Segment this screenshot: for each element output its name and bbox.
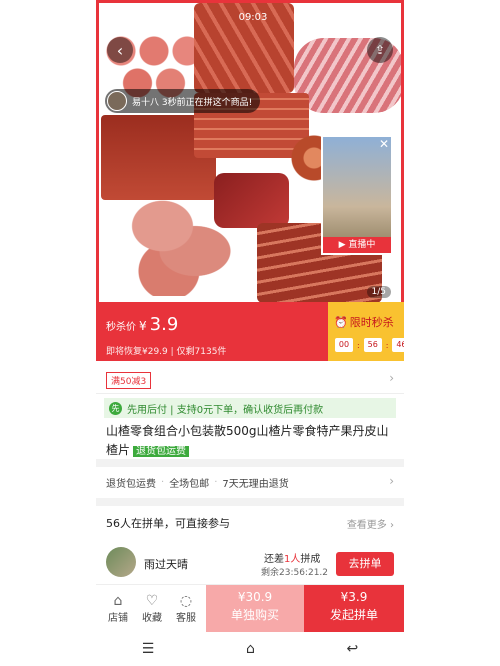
back-icon[interactable]: ↩ [346,641,358,657]
group-user-name: 雨过天晴 [144,558,188,571]
product-gallery[interactable]: 4G 09:03 ◠ ‹ ⇪ 易十八 3秒前正在拼这个商品! ✕ ▶ 直播中 1… [96,0,404,302]
price-currency: ¥ [139,319,147,333]
buy-alone-label: 单独购买 [230,608,279,622]
pay-later-text: 先用后付 | 支持0元下单，确认收货后再付款 [127,404,324,416]
coupon-row[interactable]: 满50减3 › [96,364,404,394]
close-icon[interactable]: ✕ [379,137,389,151]
buy-alone-button[interactable]: ¥30.9 单独购买 [206,585,304,633]
share-icon: ⇪ [374,43,386,57]
start-group-label: 发起拼单 [329,608,378,622]
hawthorn-discs-image [117,196,247,296]
favorite-button[interactable]: ♡ 收藏 [134,593,170,624]
wifi-icon: ◠ [360,11,369,22]
countdown-minutes: 56 [363,338,382,352]
group-buy-row: 雨过天晴 还差1人拼成 剩余23:56:21.2 去拼单 [96,544,404,582]
pay-later-icon: 先 [109,401,122,415]
live-badge: ▶ 直播中 [323,237,391,253]
price-bar: 秒杀价 ¥ 3.9 即将恢复¥29.9 | 仅剩7135件 ⏰ 限时秒杀 00 … [96,302,404,361]
alarm-clock-icon: ⏰ [334,315,348,329]
service-item: 全场包邮 [169,478,210,490]
play-icon: ▶ [338,240,349,250]
share-button[interactable]: ⇪ [367,37,393,63]
avatar [107,91,127,111]
flash-title-text: 限时秒杀 [349,316,394,329]
chevron-right-icon: › [389,371,394,385]
need-prefix: 还差 [264,554,284,565]
join-group-button[interactable]: 去拼单 [336,552,394,576]
live-label: 直播中 [348,240,376,250]
return-shipping-tag: 退货包运费 [133,446,190,457]
chevron-right-icon: › [389,474,394,488]
group-need-text: 还差1人拼成 [264,550,320,565]
store-button[interactable]: ⌂ 店铺 [100,593,136,624]
need-count: 1人 [284,554,301,565]
status-time: 09:03 [238,11,268,23]
flash-title: ⏰ 限时秒杀 [334,314,394,330]
countdown-timer: 00 : 56 : 46 [335,338,404,352]
countdown-separator: : [385,340,389,350]
app-screen: 4G 09:03 ◠ ‹ ⇪ 易十八 3秒前正在拼这个商品! ✕ ▶ 直播中 1… [96,0,404,666]
back-button[interactable]: ‹ [107,37,133,63]
system-nav-bar: ☰ ⌂ ↩ [96,632,404,666]
section-divider [96,498,404,506]
coupon-badge[interactable]: 满50减3 [106,372,152,389]
status-bar: 4G 09:03 ◠ [99,3,401,31]
group-buy-count: 56人在拼单，可直接参与 [106,517,230,530]
customer-service-button[interactable]: ◌ 客服 [168,593,204,624]
store-icon: ⌂ [113,593,123,609]
service-item: 退货包运费 [106,478,156,490]
section-divider [96,459,404,467]
product-title: 山楂零食组合小包装散500g山楂片零食特产果丹皮山楂片 退货包运费 [106,422,396,461]
menu-icon[interactable]: ☰ [142,641,155,657]
flash-price: 秒杀价 ¥ 3.9 [106,314,178,335]
view-more-link[interactable]: 查看更多 › [347,516,394,531]
avatar [106,547,136,577]
bottom-action-bar: ⌂ 店铺 ♡ 收藏 ◌ 客服 ¥30.9 单独购买 ¥3.9 发起拼单 [96,584,404,633]
heart-icon: ♡ [145,593,159,609]
group-buy-notification: 易十八 3秒前正在拼这个商品! [105,89,261,113]
favorite-label: 收藏 [142,613,162,624]
home-icon[interactable]: ⌂ [246,641,255,657]
price-value: 3.9 [149,314,179,335]
view-more-label: 查看更多 [346,520,387,531]
chevron-left-icon: ‹ [116,40,124,60]
service-guarantees[interactable]: 退货包运费 · 全场包邮 · 7天无理由退货 › [96,467,404,497]
separator-dot: · [161,476,165,488]
flash-sale-box: ⏰ 限时秒杀 00 : 56 : 46 [328,302,404,361]
pay-later-banner[interactable]: 先 先用后付 | 支持0元下单，确认收货后再付款 [104,398,396,418]
battery-icon [373,12,391,21]
countdown-seconds: 46 [392,338,404,352]
buy-alone-price: ¥30.9 [237,590,273,604]
separator-dot: · [214,476,218,488]
group-time-left: 剩余23:56:21.2 [261,568,329,578]
status-right: ◠ [360,11,391,22]
chat-icon: ◌ [179,593,193,609]
countdown-hours: 00 [335,338,353,352]
customer-service-label: 客服 [176,613,196,624]
group-buy-header: 56人在拼单，可直接参与 查看更多 › [96,508,404,536]
live-stream-preview[interactable]: ✕ ▶ 直播中 [321,135,393,255]
price-label: 秒杀价 [106,322,136,333]
notification-text: 易十八 3秒前正在拼这个商品! [132,97,253,108]
start-group-price: ¥3.9 [340,590,368,604]
start-group-button[interactable]: ¥3.9 发起拼单 [304,585,404,633]
image-pager: 1/5 [366,286,391,298]
service-item: 7天无理由退货 [222,478,289,490]
need-suffix: 拼成 [300,554,321,565]
countdown-separator: : [357,340,360,350]
price-subline: 即将恢复¥29.9 | 仅剩7135件 [106,347,227,357]
signal-indicator: 4G [139,12,151,21]
store-label: 店铺 [108,613,128,624]
